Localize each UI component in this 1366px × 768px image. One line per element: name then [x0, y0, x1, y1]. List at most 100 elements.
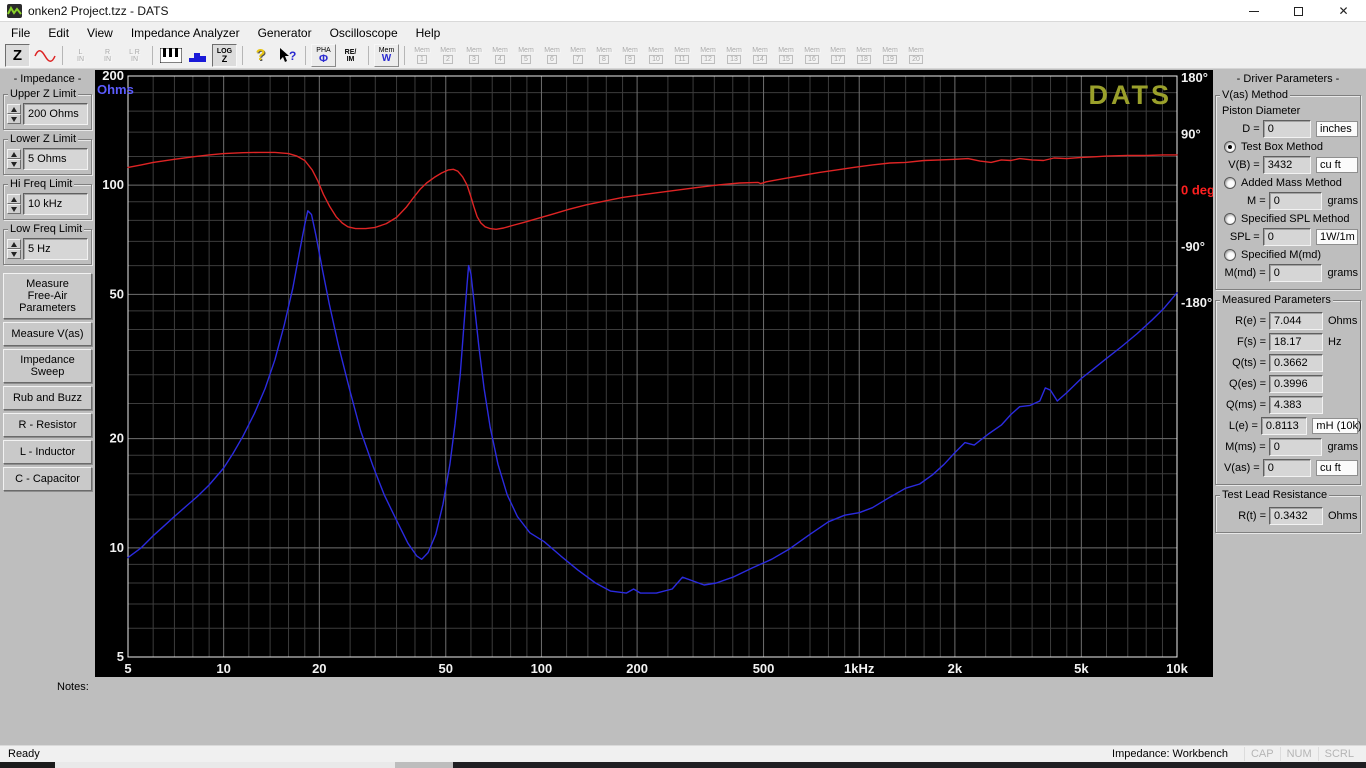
- maximize-button[interactable]: [1276, 0, 1321, 22]
- memory-6-button[interactable]: Mem6: [540, 44, 564, 67]
- memory-9-button[interactable]: Mem9: [618, 44, 642, 67]
- taskbar-sliver: [0, 762, 1366, 768]
- memory-10-button[interactable]: Mem10: [644, 44, 668, 67]
- rub-and-buzz-button[interactable]: Rub and Buzz: [3, 386, 92, 410]
- minimize-button[interactable]: [1231, 0, 1276, 22]
- minimize-icon: [1249, 11, 1259, 12]
- spl-value-field[interactable]: 0: [1263, 228, 1311, 246]
- svg-text:1kHz: 1kHz: [844, 661, 875, 676]
- toolbar-separator: [242, 46, 243, 65]
- memory-12-button[interactable]: Mem12: [696, 44, 720, 67]
- memory-14-button[interactable]: Mem14: [748, 44, 772, 67]
- help-button[interactable]: ?: [248, 44, 273, 67]
- lower-z-limit-value[interactable]: 5 Ohms: [23, 148, 88, 170]
- memory-20-button[interactable]: Mem20: [904, 44, 928, 67]
- impedance-mode-button[interactable]: Z: [5, 44, 30, 67]
- menu-edit[interactable]: Edit: [39, 23, 78, 43]
- impedance-sweep-button[interactable]: Impedance Sweep: [3, 349, 92, 383]
- measure-free-air-parameters-button[interactable]: Measure Free-Air Parameters: [3, 273, 92, 319]
- spin-down-button[interactable]: [7, 249, 21, 259]
- le-unit[interactable]: mH (10k): [1312, 418, 1358, 434]
- menu-view[interactable]: View: [78, 23, 122, 43]
- qts-value-field[interactable]: 0.3662: [1269, 354, 1323, 372]
- mms-value-field[interactable]: 0: [1269, 438, 1323, 456]
- qes-value-field[interactable]: 0.3996: [1269, 375, 1323, 393]
- upper-z-limit-value[interactable]: 200 Ohms: [23, 103, 88, 125]
- le-value-field[interactable]: 0.8113: [1261, 417, 1308, 435]
- spin-up-button[interactable]: [7, 149, 21, 159]
- right-input-button[interactable]: RIN: [95, 44, 120, 67]
- memory-16-button[interactable]: Mem16: [800, 44, 824, 67]
- memory-8-button[interactable]: Mem8: [592, 44, 616, 67]
- impedance-phase-chart: 2001005020105Ohms51020501002005001kHz2k5…: [95, 70, 1213, 677]
- low-freq-limit-value[interactable]: 5 Hz: [23, 238, 88, 260]
- real-imaginary-button[interactable]: RE/IM: [338, 44, 363, 67]
- l-inductor-button[interactable]: L - Inductor: [3, 440, 92, 464]
- close-button[interactable]: ✕: [1321, 0, 1366, 22]
- bar-graph-button[interactable]: [185, 44, 210, 67]
- spin-up-button[interactable]: [7, 194, 21, 204]
- piano-tones-button[interactable]: [158, 44, 183, 67]
- stereo-input-button[interactable]: L RIN: [122, 44, 147, 67]
- r-resistor-button[interactable]: R - Resistor: [3, 413, 92, 437]
- memory-2-button[interactable]: Mem2: [436, 44, 460, 67]
- svg-text:50: 50: [439, 661, 453, 676]
- mmd-value-field[interactable]: 0: [1269, 264, 1323, 282]
- toolbar-separator: [152, 46, 153, 65]
- memory-write-button[interactable]: MemW: [374, 44, 399, 67]
- rt-value-field[interactable]: 0.3432: [1269, 507, 1323, 525]
- svg-text:2k: 2k: [948, 661, 963, 676]
- memory-5-button[interactable]: Mem5: [514, 44, 538, 67]
- svg-text:90°: 90°: [1181, 126, 1201, 141]
- specified-m-md--radio[interactable]: [1224, 249, 1236, 261]
- vas-value-field[interactable]: 0: [1263, 459, 1311, 477]
- context-help-button[interactable]: ?: [275, 44, 300, 67]
- re-value-field[interactable]: 7.044: [1269, 312, 1323, 330]
- memory-13-button[interactable]: Mem13: [722, 44, 746, 67]
- d-unit[interactable]: inches: [1316, 121, 1358, 137]
- spin-up-button[interactable]: [7, 239, 21, 249]
- hi-freq-limit-value[interactable]: 10 kHz: [23, 193, 88, 215]
- svg-text:20: 20: [110, 431, 124, 446]
- vb-unit[interactable]: cu ft: [1316, 157, 1358, 173]
- memory-17-button[interactable]: Mem17: [826, 44, 850, 67]
- memory-1-button[interactable]: Mem1: [410, 44, 434, 67]
- spl-unit[interactable]: 1W/1m: [1316, 229, 1358, 245]
- specified-spl-method-radio[interactable]: [1224, 213, 1236, 225]
- vb-value-field[interactable]: 3432: [1263, 156, 1311, 174]
- memory-7-button[interactable]: Mem7: [566, 44, 590, 67]
- menu-oscilloscope[interactable]: Oscilloscope: [321, 23, 407, 43]
- spin-down-button[interactable]: [7, 159, 21, 169]
- memory-4-button[interactable]: Mem4: [488, 44, 512, 67]
- svg-text:?: ?: [289, 49, 296, 63]
- svg-text:5: 5: [117, 649, 124, 664]
- memory-3-button[interactable]: Mem3: [462, 44, 486, 67]
- menu-impedance-analyzer[interactable]: Impedance Analyzer: [122, 23, 249, 43]
- spin-up-button[interactable]: [7, 104, 21, 114]
- menu-help[interactable]: Help: [407, 23, 450, 43]
- sine-generator-button[interactable]: [32, 44, 57, 67]
- left-input-button[interactable]: LIN: [68, 44, 93, 67]
- qms-label: Q(ms) =: [1218, 399, 1266, 411]
- c-capacitor-button[interactable]: C - Capacitor: [3, 467, 92, 491]
- memory-19-button[interactable]: Mem19: [878, 44, 902, 67]
- spin-down-button[interactable]: [7, 114, 21, 124]
- d-value-field[interactable]: 0: [1263, 120, 1311, 138]
- menu-generator[interactable]: Generator: [249, 23, 321, 43]
- memory-15-button[interactable]: Mem15: [774, 44, 798, 67]
- mmd-label: M(md) =: [1218, 267, 1266, 279]
- window-title: onken2 Project.tzz - DATS: [28, 4, 169, 18]
- phase-display-button[interactable]: PHAΦ: [311, 44, 336, 67]
- qms-value-field[interactable]: 4.383: [1269, 396, 1323, 414]
- log-scale-button[interactable]: LOGZ: [212, 44, 237, 67]
- test-box-method-radio[interactable]: [1224, 141, 1236, 153]
- menu-file[interactable]: File: [2, 23, 39, 43]
- measure-v-as-button[interactable]: Measure V(as): [3, 322, 92, 346]
- m-value-field[interactable]: 0: [1269, 192, 1323, 210]
- vas-unit[interactable]: cu ft: [1316, 460, 1358, 476]
- memory-11-button[interactable]: Mem11: [670, 44, 694, 67]
- spin-down-button[interactable]: [7, 204, 21, 214]
- memory-18-button[interactable]: Mem18: [852, 44, 876, 67]
- added-mass-method-radio[interactable]: [1224, 177, 1236, 189]
- fs-value-field[interactable]: 18.17: [1269, 333, 1323, 351]
